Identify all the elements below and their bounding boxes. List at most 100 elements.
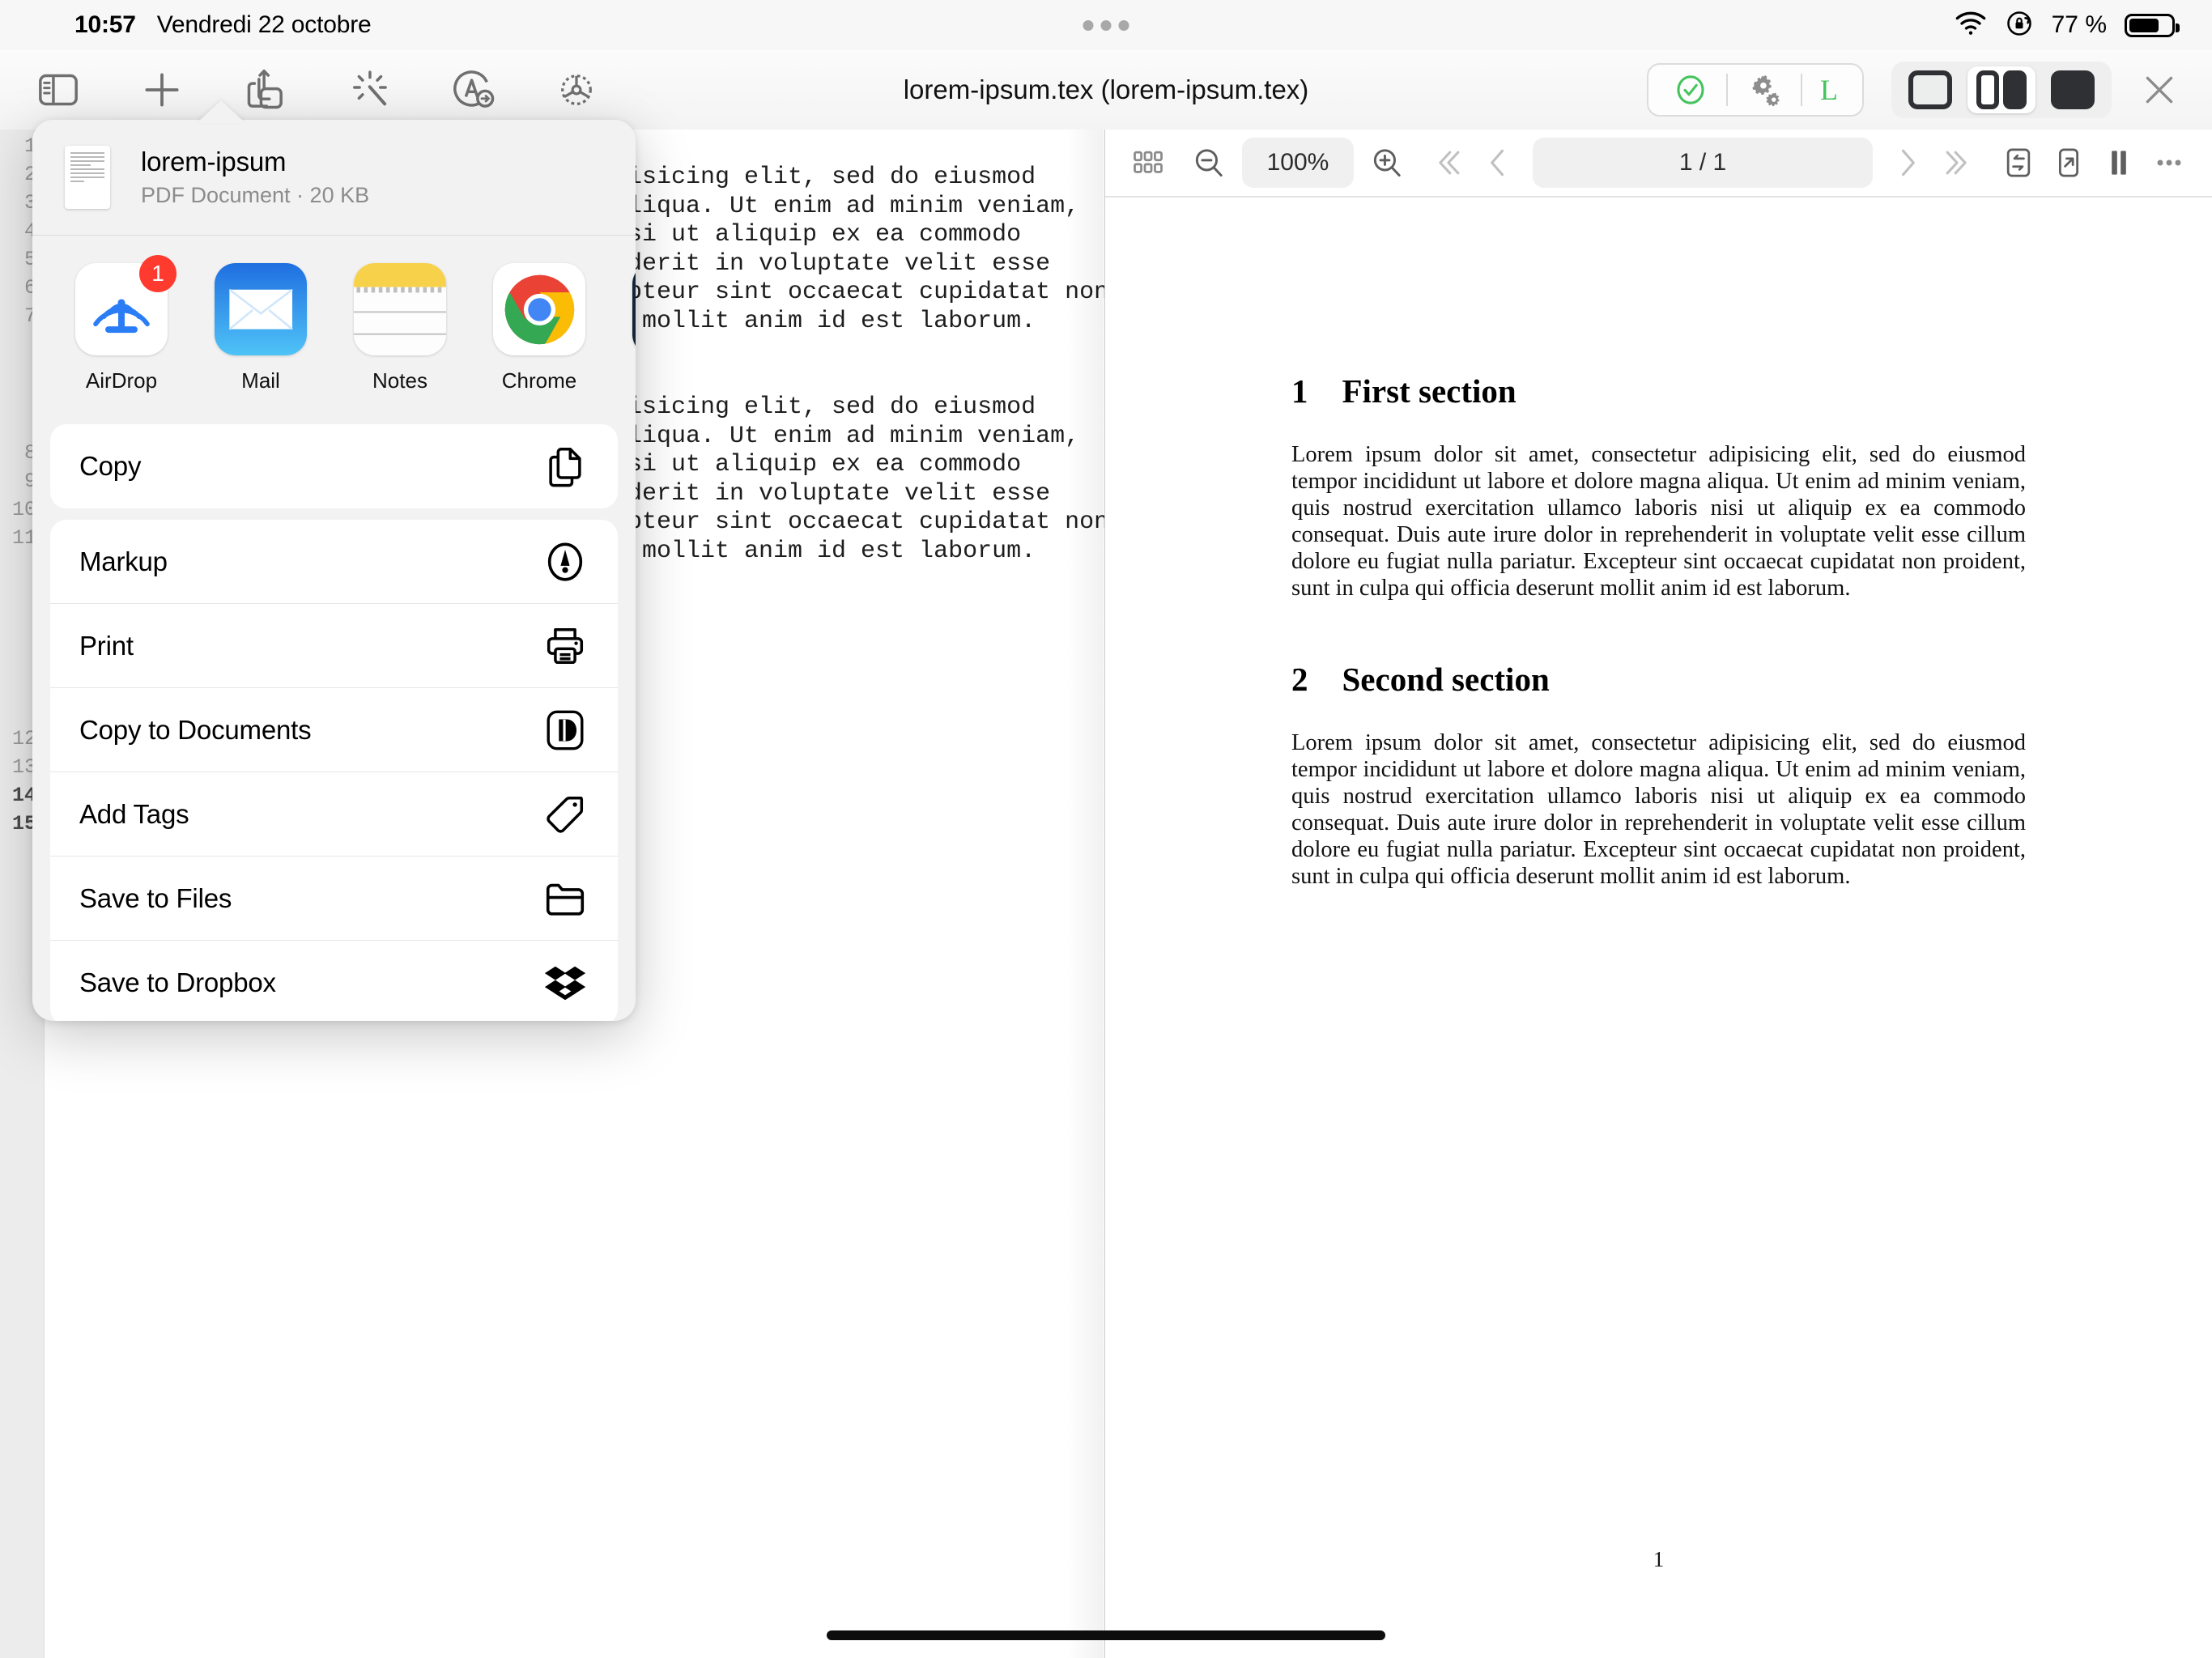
- line-number: 3: [23, 191, 36, 215]
- line-number: 12: [11, 727, 36, 750]
- share-target-label: Mail: [241, 368, 280, 393]
- pdf-section-title: First section: [1342, 372, 1516, 410]
- layout-mode-segmented-control: [1891, 62, 2112, 118]
- layout-editor-only-button[interactable]: [1896, 66, 1964, 113]
- layout-split-button[interactable]: [1967, 66, 2035, 113]
- pdf-section-number: 1: [1291, 372, 1308, 410]
- share-sheet: lorem-ipsum PDF Document · 20 KB 1 AirDr…: [32, 120, 636, 1021]
- share-action-label: Add Tags: [79, 798, 189, 829]
- mail-icon: [215, 263, 307, 355]
- printer-icon: [542, 623, 589, 670]
- pdf-section-body: Lorem ipsum dolor sit amet, consectetur …: [1291, 442, 2026, 601]
- sync-to-source-icon[interactable]: [1993, 138, 2044, 188]
- toolbar-right-actions: L: [1647, 62, 2180, 118]
- page-indicator[interactable]: 1 / 1: [1533, 138, 1873, 188]
- pdf-scroll-area[interactable]: 1 First section Lorem ipsum dolor sit am…: [1105, 198, 2212, 1656]
- rotation-lock-icon: [2005, 9, 2034, 42]
- copy-icon: [542, 443, 589, 490]
- share-action-print[interactable]: Print: [50, 604, 618, 688]
- preview-only-glyph: [2051, 70, 2095, 109]
- share-target-chrome[interactable]: Chrome: [470, 263, 609, 393]
- zoom-level[interactable]: 100%: [1242, 138, 1354, 188]
- check-circle-icon[interactable]: [1655, 72, 1726, 108]
- line-number: 10: [11, 498, 36, 521]
- compile-status-pill: L: [1647, 63, 1864, 117]
- document-title: lorem-ipsum.tex (lorem-ipsum.tex): [903, 74, 1309, 104]
- share-actions-group-1: Copy: [50, 424, 618, 508]
- share-target-mail[interactable]: Mail: [191, 263, 330, 393]
- chrome-icon: [493, 263, 585, 355]
- share-apps-row[interactable]: 1 AirDrop Mail Notes Chrome: [32, 236, 636, 413]
- share-sheet-pointer: [197, 100, 245, 123]
- close-icon[interactable]: [2139, 70, 2180, 110]
- sidebar-toggle-icon[interactable]: [36, 67, 81, 113]
- typeset-icon[interactable]: [450, 67, 496, 113]
- share-target-notes[interactable]: Notes: [330, 263, 470, 393]
- line-number: 2: [23, 163, 36, 186]
- chevrons-left-icon[interactable]: [1423, 138, 1473, 188]
- line-number: 8: [23, 441, 36, 465]
- gear-icon[interactable]: [554, 67, 599, 113]
- more-options-icon[interactable]: [2144, 138, 2194, 188]
- layout-preview-only-button[interactable]: [2039, 66, 2107, 113]
- multitask-handle[interactable]: [1083, 19, 1129, 31]
- chevron-right-icon[interactable]: [1882, 138, 1933, 188]
- pdf-section-heading: 1 First section: [1291, 372, 2026, 410]
- share-action-markup[interactable]: Markup: [50, 520, 618, 604]
- share-target-label: AirDrop: [85, 368, 158, 393]
- two-page-view-icon[interactable]: [2094, 138, 2144, 188]
- app-toolbar: lorem-ipsum.tex (lorem-ipsum.tex) L: [0, 50, 2212, 130]
- pdf-toolbar: 100% 1 / 1: [1105, 130, 2212, 198]
- pdf-page-content: 1 First section Lorem ipsum dolor sit am…: [1105, 198, 2212, 890]
- line-number: 7: [23, 304, 36, 328]
- status-bar: 10:57 Vendredi 22 octobre 77 %: [0, 0, 2212, 50]
- editor-only-glyph: [1908, 70, 1952, 109]
- notes-icon: [354, 263, 446, 355]
- pdf-section-number: 2: [1291, 661, 1308, 698]
- line-number: 13: [11, 755, 36, 779]
- split-view-glyph: [1976, 70, 2027, 109]
- share-sheet-header[interactable]: lorem-ipsum PDF Document · 20 KB: [32, 120, 636, 236]
- chevrons-right-icon[interactable]: [1933, 138, 1983, 188]
- gears-icon[interactable]: [1728, 72, 1801, 108]
- magic-wand-icon[interactable]: [347, 67, 392, 113]
- share-action-label: Save to Files: [79, 882, 232, 913]
- zoom-in-icon[interactable]: [1362, 138, 1412, 188]
- pdf-section-title: Second section: [1342, 661, 1550, 698]
- share-action-copy-to-documents[interactable]: Copy to Documents: [50, 688, 618, 772]
- pdf-page: 1 First section Lorem ipsum dolor sit am…: [1105, 198, 2212, 1656]
- share-icon[interactable]: [243, 67, 288, 113]
- handle-dot: [1118, 19, 1129, 31]
- pdf-section-heading: 2 Second section: [1291, 660, 2026, 699]
- zoom-out-icon[interactable]: [1184, 138, 1234, 188]
- status-bar-left: 10:57 Vendredi 22 octobre: [74, 11, 372, 39]
- open-external-icon[interactable]: [2044, 138, 2094, 188]
- share-action-label: Copy: [79, 451, 142, 481]
- status-date: Vendredi 22 octobre: [156, 11, 372, 38]
- share-target-airdrop[interactable]: 1 AirDrop: [52, 255, 191, 393]
- share-actions-group-2: Markup Print Copy to Documents Add Tags …: [50, 520, 618, 1021]
- line-number: 9: [23, 470, 36, 493]
- share-action-label: Print: [79, 630, 134, 661]
- status-time: 10:57: [74, 11, 136, 38]
- engine-label[interactable]: L: [1802, 73, 1856, 107]
- share-action-copy[interactable]: Copy: [50, 424, 618, 508]
- add-icon[interactable]: [139, 67, 185, 113]
- share-target-world[interactable]: Worl: [609, 263, 636, 393]
- toolbar-left-actions: [36, 67, 599, 113]
- share-action-label: Save to Dropbox: [79, 967, 276, 997]
- world-app-icon: [632, 263, 636, 355]
- documents-app-icon: [542, 707, 589, 754]
- pdf-page-number: 1: [1653, 1547, 1665, 1571]
- battery-percent: 77 %: [2051, 11, 2107, 38]
- pdf-preview-pane: 100% 1 / 1 1 First section Lorem ipsum d…: [1104, 130, 2212, 1658]
- wifi-icon: [1955, 11, 1987, 40]
- grid-thumbnails-icon[interactable]: [1123, 138, 1173, 188]
- share-action-save-to-dropbox[interactable]: Save to Dropbox: [50, 941, 618, 1021]
- chevron-left-icon[interactable]: [1473, 138, 1523, 188]
- home-indicator[interactable]: [827, 1630, 1385, 1640]
- share-document-meta: lorem-ipsum PDF Document · 20 KB: [141, 147, 369, 208]
- share-action-save-to-files[interactable]: Save to Files: [50, 857, 618, 941]
- share-action-add-tags[interactable]: Add Tags: [50, 772, 618, 857]
- line-number: 4: [23, 219, 36, 243]
